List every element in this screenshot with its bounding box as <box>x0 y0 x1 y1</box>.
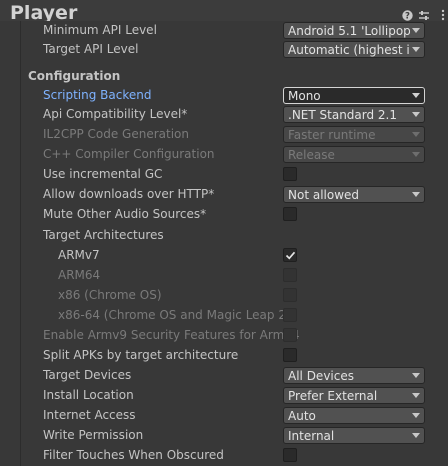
svg-text:?: ? <box>405 11 410 20</box>
row-api-compatibility-level: Api Compatibility Level* .NET Standard 2… <box>0 105 448 125</box>
allow-downloads-http-value: Not allowed <box>288 188 360 202</box>
row-armv9-security: Enable Armv9 Security Features for Arm64 <box>0 326 448 346</box>
x86-label: x86 (Chrome OS) <box>58 288 162 302</box>
row-armv7: ARMv7 <box>0 246 448 266</box>
row-install-location: Install Location Prefer External <box>0 386 448 406</box>
allow-downloads-http-label: Allow downloads over HTTP* <box>43 187 215 201</box>
cpp-compiler-configuration-label: C++ Compiler Configuration <box>43 147 215 161</box>
api-compatibility-level-label: Api Compatibility Level* <box>43 107 188 121</box>
internet-access-value: Auto <box>288 409 316 423</box>
more-options-icon[interactable] <box>437 9 448 21</box>
armv9-security-label: Enable Armv9 Security Features for Arm64 <box>43 328 300 342</box>
write-permission-value: Internal <box>288 429 335 443</box>
armv7-label: ARMv7 <box>58 248 100 262</box>
row-split-apks: Split APKs by target architecture <box>0 346 448 366</box>
row-write-permission: Write Permission Internal <box>0 426 448 446</box>
checkmark-icon <box>285 251 296 260</box>
arm64-label: ARM64 <box>58 268 101 282</box>
minimum-api-level-value: Android 5.1 'Lollipop' (API level 22) <box>288 24 410 38</box>
il2cpp-code-generation-value: Faster runtime <box>288 128 376 142</box>
chevron-down-icon <box>412 152 420 157</box>
row-x86-64: x86-64 (Chrome OS and Magic Leap 2) <box>0 306 448 326</box>
internet-access-label: Internet Access <box>43 408 136 422</box>
filter-touches-label: Filter Touches When Obscured <box>43 448 224 462</box>
row-allow-downloads-http: Allow downloads over HTTP* Not allowed <box>0 185 448 205</box>
chevron-down-icon <box>412 132 420 137</box>
chevron-down-icon <box>412 112 420 117</box>
row-filter-touches: Filter Touches When Obscured <box>0 446 448 466</box>
target-api-level-dropdown[interactable]: Automatic (highest installed) <box>283 41 425 58</box>
arm64-checkbox <box>283 268 297 282</box>
minimum-api-level-label: Minimum API Level <box>43 23 157 37</box>
armv7-checkbox[interactable] <box>283 248 297 262</box>
help-icon[interactable]: ? <box>401 9 413 21</box>
allow-downloads-http-dropdown[interactable]: Not allowed <box>283 186 425 203</box>
il2cpp-code-generation-dropdown: Faster runtime <box>283 126 425 143</box>
row-minimum-api-level: Minimum API Level Android 5.1 'Lollipop'… <box>0 21 448 41</box>
chevron-down-icon <box>412 28 420 33</box>
write-permission-label: Write Permission <box>43 428 144 442</box>
split-apks-label: Split APKs by target architecture <box>43 348 239 362</box>
api-compatibility-level-value: .NET Standard 2.1 <box>288 108 398 122</box>
chevron-down-icon <box>412 192 420 197</box>
chevron-down-icon <box>412 373 420 378</box>
x86-64-label: x86-64 (Chrome OS and Magic Leap 2) <box>58 308 291 322</box>
row-target-api-level: Target API Level Automatic (highest inst… <box>0 40 448 60</box>
install-location-dropdown[interactable]: Prefer External <box>283 387 425 404</box>
write-permission-dropdown[interactable]: Internal <box>283 427 425 444</box>
chevron-down-icon <box>412 413 420 418</box>
mute-other-audio-sources-label: Mute Other Audio Sources* <box>43 207 207 221</box>
row-internet-access: Internet Access Auto <box>0 406 448 426</box>
row-mute-other-audio-sources: Mute Other Audio Sources* <box>0 205 448 225</box>
il2cpp-code-generation-label: IL2CPP Code Generation <box>43 127 190 141</box>
x86-64-checkbox <box>283 308 297 322</box>
presets-icon[interactable] <box>418 9 430 21</box>
use-incremental-gc-label: Use incremental GC <box>43 167 163 181</box>
row-arm64: ARM64 <box>0 266 448 286</box>
armv9-security-checkbox <box>283 328 297 342</box>
configuration-section-title: Configuration <box>28 69 121 83</box>
api-compatibility-level-dropdown[interactable]: .NET Standard 2.1 <box>283 106 425 123</box>
x86-checkbox <box>283 288 297 302</box>
row-x86: x86 (Chrome OS) <box>0 286 448 306</box>
target-api-level-label: Target API Level <box>43 42 139 56</box>
target-devices-value: All Devices <box>288 369 354 383</box>
use-incremental-gc-checkbox[interactable] <box>283 167 297 181</box>
split-apks-checkbox[interactable] <box>283 348 297 362</box>
row-use-incremental-gc: Use incremental GC <box>0 165 448 185</box>
scripting-backend-dropdown[interactable]: Mono <box>283 87 425 104</box>
install-location-label: Install Location <box>43 388 134 402</box>
chevron-down-icon <box>412 47 420 52</box>
row-scripting-backend: Scripting Backend Mono <box>0 86 448 106</box>
row-il2cpp-code-generation: IL2CPP Code Generation Faster runtime <box>0 125 448 145</box>
filter-touches-checkbox[interactable] <box>283 448 297 462</box>
mute-other-audio-sources-checkbox[interactable] <box>283 207 297 221</box>
row-target-devices: Target Devices All Devices <box>0 366 448 386</box>
target-architectures-label: Target Architectures <box>43 228 164 242</box>
row-configuration-header: Configuration <box>0 67 448 87</box>
row-cpp-compiler-configuration: C++ Compiler Configuration Release <box>0 145 448 165</box>
internet-access-dropdown[interactable]: Auto <box>283 407 425 424</box>
chevron-down-icon <box>412 433 420 438</box>
cpp-compiler-configuration-value: Release <box>288 148 335 162</box>
scripting-backend-value: Mono <box>288 89 321 103</box>
install-location-value: Prefer External <box>288 389 378 403</box>
scripting-backend-label: Scripting Backend <box>43 88 152 102</box>
target-api-level-value: Automatic (highest installed) <box>288 43 410 57</box>
cpp-compiler-configuration-dropdown: Release <box>283 146 425 163</box>
target-devices-label: Target Devices <box>43 368 132 382</box>
target-devices-dropdown[interactable]: All Devices <box>283 367 425 384</box>
minimum-api-level-dropdown[interactable]: Android 5.1 'Lollipop' (API level 22) <box>283 22 425 39</box>
chevron-down-icon <box>412 93 420 98</box>
chevron-down-icon <box>412 393 420 398</box>
row-target-architectures: Target Architectures <box>0 226 448 246</box>
